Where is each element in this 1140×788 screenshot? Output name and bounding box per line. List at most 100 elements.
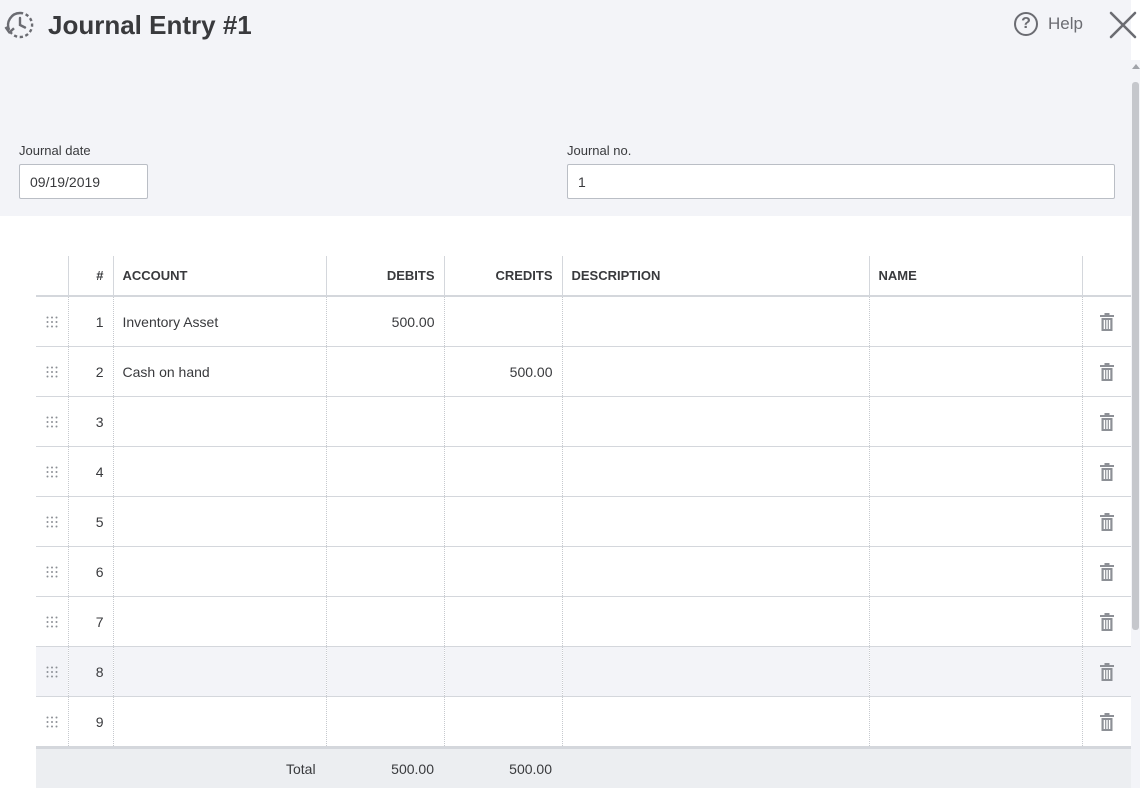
column-header-debits[interactable]: DEBITS [326,256,444,296]
column-header-name[interactable]: NAME [869,256,1082,296]
table-row[interactable]: 9 [36,697,1131,747]
account-cell[interactable] [113,497,326,547]
scroll-thumb[interactable] [1132,82,1139,630]
description-cell[interactable] [562,547,869,597]
trash-icon[interactable] [1100,563,1114,581]
delete-row-button[interactable] [1082,347,1131,397]
description-cell[interactable] [562,296,869,347]
name-cell[interactable] [869,447,1082,497]
description-cell[interactable] [562,697,869,747]
account-cell[interactable] [113,547,326,597]
trash-icon[interactable] [1100,513,1114,531]
drag-handle[interactable] [36,497,68,547]
credit-cell[interactable] [444,697,562,747]
credit-cell[interactable] [444,296,562,347]
name-cell[interactable] [869,397,1082,447]
table-row[interactable]: 2Cash on hand500.00 [36,347,1131,397]
delete-row-button[interactable] [1082,697,1131,747]
trash-icon[interactable] [1100,463,1114,481]
close-icon[interactable] [1108,10,1138,40]
name-cell[interactable] [869,597,1082,647]
table-row[interactable]: 5 [36,497,1131,547]
account-cell[interactable] [113,447,326,497]
delete-row-button[interactable] [1082,547,1131,597]
drag-handle[interactable] [36,597,68,647]
debit-cell[interactable] [326,397,444,447]
name-cell[interactable] [869,497,1082,547]
debit-cell[interactable] [326,497,444,547]
trash-icon[interactable] [1100,313,1114,331]
table-row[interactable]: 4 [36,447,1131,497]
column-header-credits[interactable]: CREDITS [444,256,562,296]
drag-handle-icon [46,416,58,428]
description-cell[interactable] [562,447,869,497]
column-header-description[interactable]: DESCRIPTION [562,256,869,296]
drag-handle[interactable] [36,296,68,347]
drag-handle[interactable] [36,397,68,447]
account-cell[interactable] [113,597,326,647]
drag-handle[interactable] [36,447,68,497]
scrollbar[interactable] [1131,60,1140,788]
history-icon[interactable] [4,9,36,41]
debit-cell[interactable]: 500.00 [326,296,444,347]
debit-cell[interactable] [326,697,444,747]
debit-cell[interactable] [326,647,444,697]
description-cell[interactable] [562,397,869,447]
table-row[interactable]: 3 [36,397,1131,447]
drag-handle[interactable] [36,547,68,597]
credit-cell[interactable] [444,547,562,597]
name-cell[interactable] [869,547,1082,597]
delete-row-button[interactable] [1082,647,1131,697]
name-cell[interactable] [869,296,1082,347]
totals-label: Total [286,761,316,777]
debit-cell[interactable] [326,447,444,497]
name-cell[interactable] [869,697,1082,747]
scroll-up-arrow-icon[interactable] [1132,64,1140,69]
drag-handle-icon [46,316,58,328]
account-cell[interactable]: Cash on hand [113,347,326,397]
help-button[interactable]: ? Help [1014,10,1083,38]
delete-row-button[interactable] [1082,397,1131,447]
debit-cell[interactable] [326,347,444,397]
trash-icon[interactable] [1100,413,1114,431]
credit-cell[interactable] [444,447,562,497]
drag-handle[interactable] [36,697,68,747]
drag-handle[interactable] [36,647,68,697]
credit-cell[interactable] [444,497,562,547]
account-cell[interactable] [113,397,326,447]
journal-date-input[interactable] [19,164,148,199]
debit-cell[interactable] [326,547,444,597]
credit-cell[interactable] [444,397,562,447]
journal-date-label: Journal date [19,143,91,158]
description-cell[interactable] [562,497,869,547]
name-cell[interactable] [869,347,1082,397]
header-panel: Journal Entry #1 ? Help Journal date Jou… [0,0,1131,216]
column-header-account[interactable]: ACCOUNT [113,256,326,296]
credit-cell[interactable] [444,647,562,697]
account-cell[interactable] [113,697,326,747]
description-cell[interactable] [562,647,869,697]
line-number: 1 [68,296,113,347]
delete-row-button[interactable] [1082,597,1131,647]
debit-cell[interactable] [326,597,444,647]
table-row[interactable]: 8 [36,647,1131,697]
description-cell[interactable] [562,597,869,647]
credit-cell[interactable]: 500.00 [444,347,562,397]
name-cell[interactable] [869,647,1082,697]
table-row[interactable]: 1Inventory Asset500.00 [36,296,1131,347]
trash-icon[interactable] [1100,613,1114,631]
account-cell[interactable]: Inventory Asset [113,296,326,347]
table-row[interactable]: 6 [36,547,1131,597]
trash-icon[interactable] [1100,713,1114,731]
trash-icon[interactable] [1100,363,1114,381]
delete-row-button[interactable] [1082,497,1131,547]
trash-icon[interactable] [1100,663,1114,681]
account-cell[interactable] [113,647,326,697]
delete-row-button[interactable] [1082,447,1131,497]
drag-handle[interactable] [36,347,68,397]
description-cell[interactable] [562,347,869,397]
credit-cell[interactable] [444,597,562,647]
table-row[interactable]: 7 [36,597,1131,647]
journal-no-input[interactable] [567,164,1115,199]
delete-row-button[interactable] [1082,296,1131,347]
